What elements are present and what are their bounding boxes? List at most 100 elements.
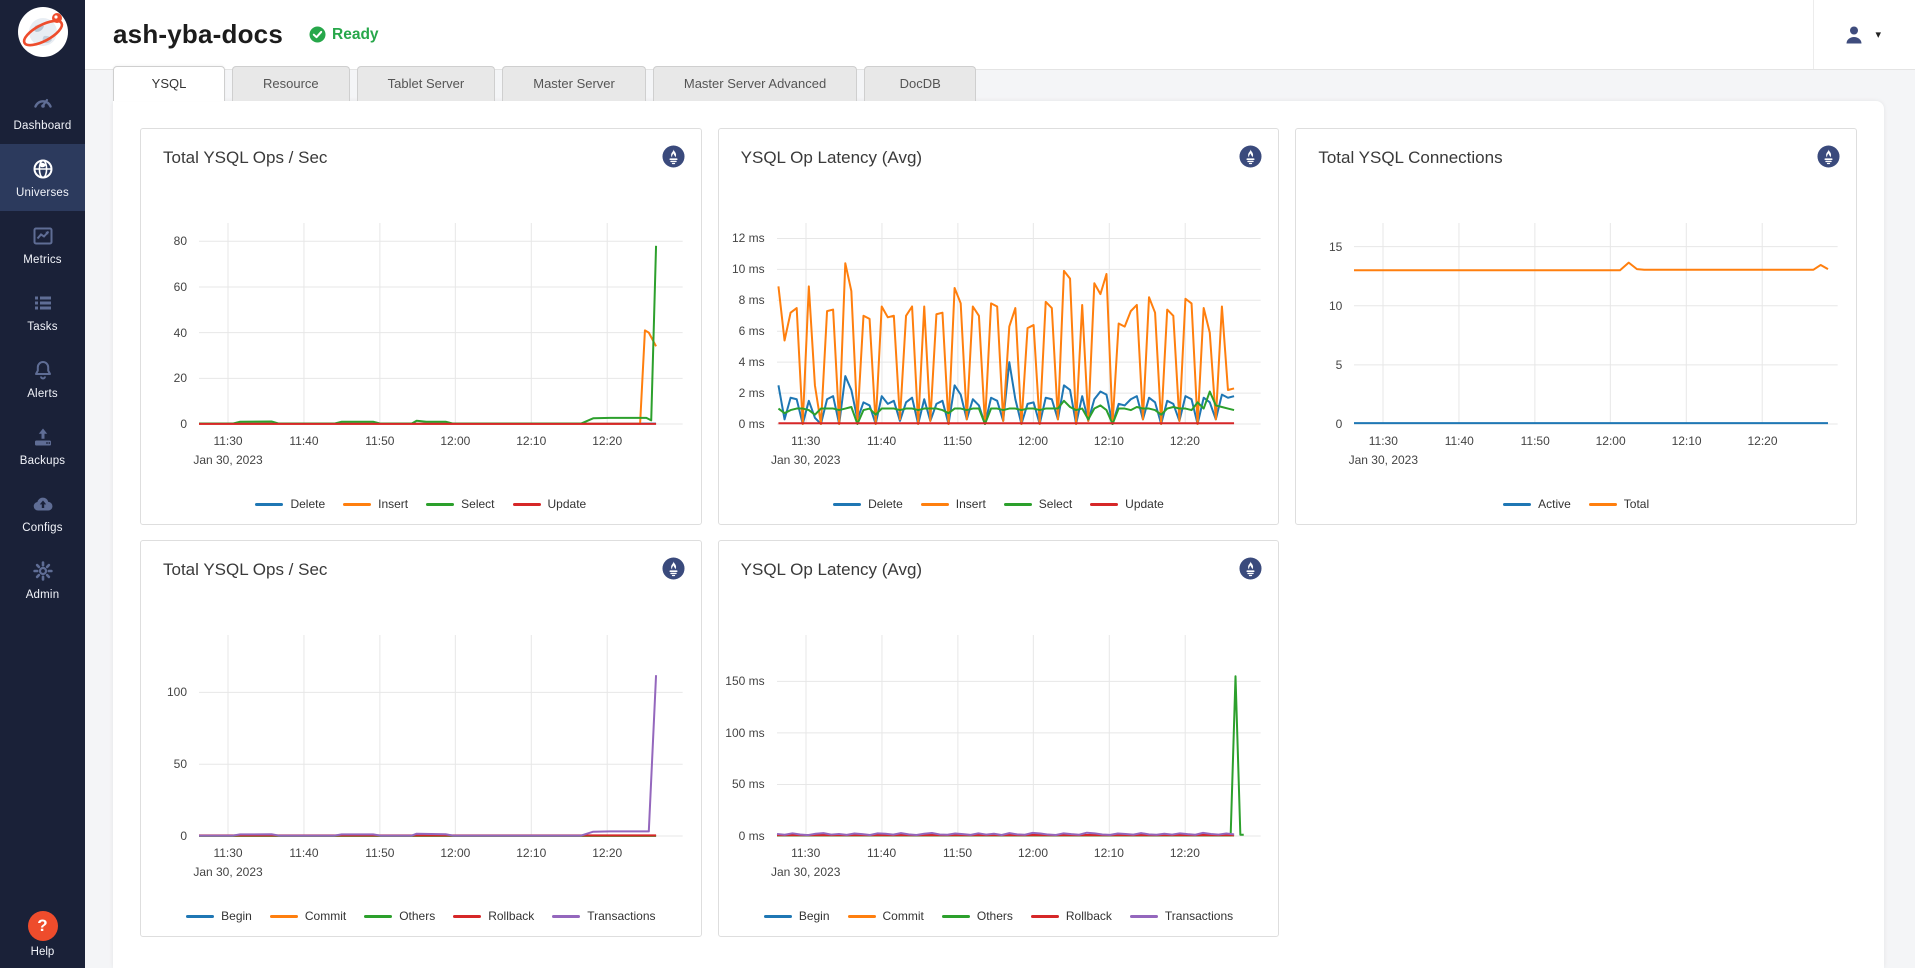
legend-item-update: Update bbox=[1090, 497, 1164, 511]
prometheus-icon[interactable] bbox=[662, 145, 685, 173]
status-badge: Ready bbox=[309, 26, 379, 44]
sidebar-item-metrics[interactable]: Metrics bbox=[0, 211, 85, 278]
y-axis-labels: 0 ms50 ms100 ms150 ms bbox=[723, 635, 771, 836]
legend-label: Others bbox=[399, 909, 435, 923]
tab-ysql[interactable]: YSQL bbox=[113, 66, 225, 101]
legend-item-active: Active bbox=[1503, 497, 1571, 511]
y-tick-label: 0 bbox=[180, 829, 187, 843]
x-tick-label: 11:50 bbox=[365, 434, 394, 448]
legend-swatch bbox=[1090, 503, 1118, 506]
legend-item-transactions: Transactions bbox=[1130, 909, 1233, 923]
legend-label: Commit bbox=[883, 909, 924, 923]
prometheus-icon[interactable] bbox=[662, 557, 685, 585]
legend-label: Begin bbox=[221, 909, 252, 923]
y-tick-label: 0 bbox=[1336, 417, 1343, 431]
sidebar-item-label: Alerts bbox=[27, 388, 58, 400]
prometheus-icon[interactable] bbox=[1817, 145, 1840, 173]
metrics-tabs: YSQL Resource Tablet Server Master Serve… bbox=[85, 66, 1915, 101]
status-text: Ready bbox=[332, 26, 379, 44]
chart-svg bbox=[199, 223, 683, 424]
legend-item-commit: Commit bbox=[848, 909, 924, 923]
x-axis-date-label: Jan 30, 2023 bbox=[1349, 453, 1418, 467]
sidebar-item-admin[interactable]: Admin bbox=[0, 546, 85, 613]
sidebar-item-help[interactable]: ? Help bbox=[0, 911, 85, 958]
x-tick-label: 12:10 bbox=[516, 846, 546, 860]
y-tick-label: 0 bbox=[180, 417, 187, 431]
chart-plot bbox=[777, 635, 1261, 836]
sidebar-item-alerts[interactable]: Alerts bbox=[0, 345, 85, 412]
sidebar: Dashboard Universes Metrics Tasks bbox=[0, 0, 85, 968]
legend-swatch bbox=[848, 915, 876, 918]
y-tick-label: 5 bbox=[1336, 358, 1343, 372]
legend-label: Begin bbox=[799, 909, 830, 923]
x-axis-labels: 11:3011:4011:5012:0012:1012:20Jan 30, 20… bbox=[1354, 434, 1838, 474]
legend-item-begin: Begin bbox=[186, 909, 252, 923]
tab-docdb[interactable]: DocDB bbox=[864, 66, 976, 101]
check-circle-icon bbox=[309, 26, 326, 43]
x-tick-label: 12:10 bbox=[516, 434, 546, 448]
x-tick-label: 11:40 bbox=[289, 846, 318, 860]
x-tick-label: 12:20 bbox=[592, 434, 622, 448]
prometheus-icon[interactable] bbox=[1239, 145, 1262, 173]
tab-tablet-server[interactable]: Tablet Server bbox=[357, 66, 496, 101]
chart-title: YSQL Op Latency (Avg) bbox=[741, 148, 922, 168]
x-tick-label: 11:30 bbox=[213, 846, 242, 860]
x-axis-labels: 11:3011:4011:5012:0012:1012:20Jan 30, 20… bbox=[777, 846, 1261, 886]
y-tick-label: 150 ms bbox=[725, 674, 764, 688]
legend-label: Delete bbox=[290, 497, 325, 511]
legend-label: Select bbox=[1039, 497, 1072, 511]
sidebar-item-dashboard[interactable]: Dashboard bbox=[0, 77, 85, 144]
tab-resource[interactable]: Resource bbox=[232, 66, 350, 101]
y-tick-label: 20 bbox=[174, 371, 187, 385]
x-tick-label: 12:00 bbox=[1018, 434, 1048, 448]
legend-swatch bbox=[255, 503, 283, 506]
chart-legend: BeginCommitOthersRollbackTransactions bbox=[141, 909, 701, 923]
y-tick-label: 12 ms bbox=[732, 231, 765, 245]
legend-item-transactions: Transactions bbox=[552, 909, 655, 923]
tab-master-server-advanced[interactable]: Master Server Advanced bbox=[653, 66, 857, 101]
sidebar-item-tasks[interactable]: Tasks bbox=[0, 278, 85, 345]
x-tick-label: 11:50 bbox=[365, 846, 394, 860]
x-tick-label: 11:40 bbox=[867, 434, 896, 448]
page-title: ash-yba-docs bbox=[113, 19, 283, 50]
y-axis-labels: 051015 bbox=[1300, 223, 1348, 424]
chart-panel: Total YSQL Ops / Sec 020406080 11:3011:4… bbox=[140, 128, 702, 525]
x-axis-date-label: Jan 30, 2023 bbox=[771, 865, 840, 879]
series-line-transactions bbox=[777, 833, 1234, 835]
top-header: ash-yba-docs Ready ▾ bbox=[85, 0, 1915, 70]
y-tick-label: 15 bbox=[1329, 240, 1342, 254]
legend-swatch bbox=[1130, 915, 1158, 918]
sidebar-item-label: Tasks bbox=[27, 321, 57, 333]
y-tick-label: 60 bbox=[174, 280, 187, 294]
x-tick-label: 11:30 bbox=[791, 434, 820, 448]
app-logo[interactable] bbox=[17, 6, 69, 63]
sidebar-item-universes[interactable]: Universes bbox=[0, 144, 85, 211]
y-axis-labels: 050100 bbox=[145, 635, 193, 836]
legend-label: Update bbox=[1125, 497, 1164, 511]
legend-swatch bbox=[1503, 503, 1531, 506]
series-line-insert bbox=[199, 330, 656, 423]
chart-legend: DeleteInsertSelectUpdate bbox=[141, 497, 701, 511]
user-menu[interactable]: ▾ bbox=[1813, 0, 1915, 69]
legend-swatch bbox=[364, 915, 392, 918]
y-tick-label: 8 ms bbox=[739, 293, 765, 307]
y-tick-label: 2 ms bbox=[739, 386, 765, 400]
legend-swatch bbox=[921, 503, 949, 506]
chart-title: Total YSQL Ops / Sec bbox=[163, 560, 327, 580]
alerts-bell-icon bbox=[31, 358, 55, 382]
main-area: ash-yba-docs Ready ▾ YSQL Resource Table… bbox=[85, 0, 1915, 968]
x-tick-label: 12:10 bbox=[1094, 434, 1124, 448]
x-tick-label: 12:00 bbox=[440, 846, 470, 860]
legend-label: Active bbox=[1538, 497, 1571, 511]
x-tick-label: 12:00 bbox=[1018, 846, 1048, 860]
legend-label: Rollback bbox=[1066, 909, 1112, 923]
prometheus-icon[interactable] bbox=[1239, 557, 1262, 585]
x-axis-labels: 11:3011:4011:5012:0012:1012:20Jan 30, 20… bbox=[199, 846, 683, 886]
x-tick-label: 11:50 bbox=[943, 434, 972, 448]
sidebar-item-backups[interactable]: Backups bbox=[0, 412, 85, 479]
sidebar-item-configs[interactable]: Configs bbox=[0, 479, 85, 546]
admin-gear-icon bbox=[31, 559, 55, 583]
tab-master-server[interactable]: Master Server bbox=[502, 66, 646, 101]
legend-swatch bbox=[1004, 503, 1032, 506]
sidebar-item-label: Admin bbox=[26, 589, 60, 601]
